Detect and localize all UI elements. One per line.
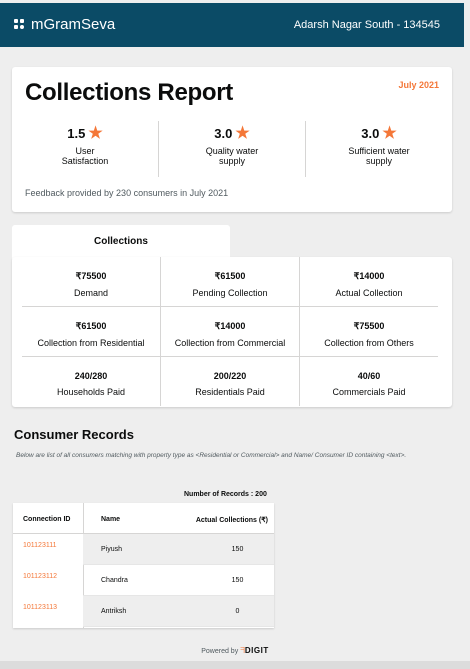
table-row[interactable]: Chandra 150 bbox=[83, 565, 274, 596]
powered-by-label: Powered by bbox=[201, 648, 239, 655]
report-month: July 2021 bbox=[398, 80, 439, 90]
bottom-scroll-bar[interactable] bbox=[0, 661, 470, 669]
stat-amount: 240/280 bbox=[74, 371, 108, 381]
stat-label: Collection from Others bbox=[324, 338, 414, 348]
column-header-name[interactable]: Name bbox=[101, 516, 161, 533]
star-icon: ★ bbox=[88, 125, 103, 142]
column-header-actual-collections[interactable]: Actual Collections (₹) bbox=[161, 516, 268, 533]
stat-collection-commercial: ₹14000 Collection from Commercial bbox=[160, 307, 299, 356]
stat-label: Actual Collection bbox=[335, 288, 403, 298]
stat-label: Households Paid bbox=[56, 387, 126, 397]
stat-label: Demand bbox=[73, 288, 109, 298]
stat-label: Collection from Commercial bbox=[174, 338, 286, 348]
stat-label: Residentials Paid bbox=[195, 387, 265, 397]
connection-id-link[interactable]: 101123112 bbox=[13, 565, 83, 596]
rating-label: Quality water bbox=[205, 146, 259, 156]
connection-id-link[interactable]: 101123111 bbox=[13, 534, 83, 565]
consumer-name: Piyush bbox=[101, 545, 123, 553]
stat-amount: ₹14000 bbox=[353, 271, 385, 281]
column-header-connection-id[interactable]: Connection ID bbox=[13, 503, 83, 534]
rating-user-satisfaction: 1.5 ★ User Satisfaction bbox=[12, 121, 158, 177]
stat-label: Collection from Residential bbox=[37, 338, 145, 348]
star-icon: ★ bbox=[235, 125, 250, 142]
powered-by-footer: Powered by ᖷDIGIT bbox=[0, 646, 470, 656]
stat-amount: ₹75500 bbox=[353, 321, 385, 331]
ratings-summary: 1.5 ★ User Satisfaction 3.0 ★ Quality water… bbox=[12, 121, 452, 177]
rating-value: 3.0 bbox=[214, 126, 233, 141]
tab-label: Collections bbox=[94, 236, 148, 247]
stat-amount: ₹61500 bbox=[75, 321, 107, 331]
tab-collections[interactable]: Collections bbox=[12, 225, 230, 259]
rating-label: User bbox=[75, 146, 95, 156]
rating-label: Sufficient water bbox=[348, 146, 410, 156]
connection-id-link[interactable]: 101123113 bbox=[13, 596, 83, 627]
stat-households-paid: 240/280 Households Paid bbox=[22, 357, 160, 406]
actual-collection-value: 150 bbox=[231, 545, 244, 553]
actual-collection-value: 150 bbox=[231, 576, 244, 584]
top-app-bar: mGramSeva Adarsh Nagar South - 134545 bbox=[0, 3, 464, 47]
stat-demand: ₹75500 Demand bbox=[22, 257, 160, 306]
rating-label: supply bbox=[218, 156, 245, 166]
brand-name: DIGIT bbox=[244, 646, 269, 655]
collections-row: ₹61500 Collection from Residential ₹14000… bbox=[22, 306, 438, 356]
collections-grid: ₹75500 Demand ₹61500 Pending Collection ₹1… bbox=[22, 257, 438, 406]
rating-label: Satisfaction bbox=[61, 156, 109, 166]
rating-sufficient-water-supply: 3.0 ★ Sufficient water supply bbox=[305, 121, 452, 177]
consumer-name: Antriksh bbox=[101, 607, 127, 615]
stat-amount: ₹61500 bbox=[214, 271, 246, 281]
rating-quality-water-supply: 3.0 ★ Quality water supply bbox=[158, 121, 305, 177]
rating-value: 3.0 bbox=[361, 126, 380, 141]
stat-amount: ₹14000 bbox=[214, 321, 246, 331]
stat-collection-residential: ₹61500 Collection from Residential bbox=[22, 307, 160, 356]
stat-amount: ₹75500 bbox=[75, 271, 107, 281]
actual-collection-value: 0 bbox=[235, 607, 240, 615]
stat-actual-collection: ₹14000 Actual Collection bbox=[299, 257, 438, 306]
collections-row: ₹75500 Demand ₹61500 Pending Collection ₹1… bbox=[22, 257, 438, 306]
rating-value: 1.5 bbox=[67, 126, 86, 141]
records-scroll-area[interactable]: Name Actual Collections (₹) Piyush 150 C… bbox=[83, 503, 274, 627]
collections-report-card: Collections Report July 2021 1.5 ★ User Sa… bbox=[12, 67, 452, 212]
stat-collection-others: ₹75500 Collection from Others bbox=[299, 307, 438, 356]
stat-pending-collection: ₹61500 Pending Collection bbox=[160, 257, 299, 306]
feedback-note: Feedback provided by 230 consumers in Ju… bbox=[25, 188, 229, 198]
app-logo[interactable]: mGramSeva bbox=[14, 16, 115, 33]
table-row[interactable]: Antriksh 0 bbox=[83, 596, 274, 627]
collections-row: 240/280 Households Paid 200/220 Residentia… bbox=[22, 356, 438, 406]
table-row[interactable]: Piyush 150 bbox=[83, 534, 274, 565]
app-name: mGramSeva bbox=[31, 16, 116, 33]
consumer-name: Chandra bbox=[101, 576, 128, 584]
stat-commercials-paid: 40/60 Commercials Paid bbox=[299, 357, 438, 406]
dots-logo-icon bbox=[14, 18, 26, 31]
records-count: Number of Records : 200 bbox=[184, 491, 267, 498]
stat-label: Pending Collection bbox=[192, 288, 268, 298]
consumer-records-table: Connection ID 101123111 101123112 101123… bbox=[13, 503, 274, 628]
stat-label: Commercials Paid bbox=[332, 387, 406, 397]
consumer-records-title: Consumer Records bbox=[14, 427, 134, 442]
connection-id-column: Connection ID 101123111 101123112 101123… bbox=[13, 503, 84, 628]
consumer-records-note: Below are list of all consumers matching… bbox=[16, 452, 407, 459]
stat-amount: 40/60 bbox=[357, 371, 381, 381]
collections-summary-card: ₹75500 Demand ₹61500 Pending Collection ₹1… bbox=[12, 257, 452, 407]
star-icon: ★ bbox=[382, 125, 397, 142]
stat-residentials-paid: 200/220 Residentials Paid bbox=[160, 357, 299, 406]
location-label[interactable]: Adarsh Nagar South - 134545 bbox=[294, 19, 440, 31]
stat-amount: 200/220 bbox=[213, 371, 247, 381]
table-header: Name Actual Collections (₹) bbox=[83, 503, 274, 534]
page-title: Collections Report bbox=[25, 79, 233, 106]
rating-label: supply bbox=[365, 156, 392, 166]
